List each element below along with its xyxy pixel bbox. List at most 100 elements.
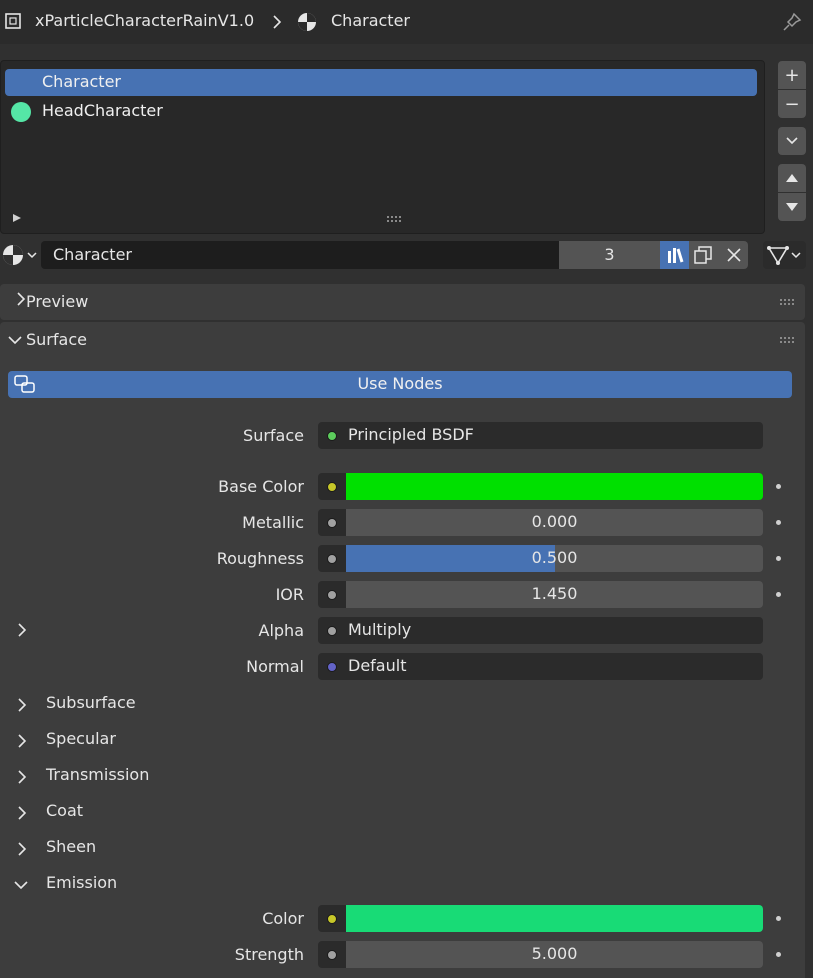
subpanel-label: Emission — [46, 873, 118, 892]
preview-panel-header[interactable]: Preview — [0, 284, 805, 320]
metallic-slider[interactable]: 0.000 — [346, 509, 763, 536]
drag-grip-icon[interactable] — [779, 298, 795, 306]
chevron-right-icon — [270, 14, 284, 30]
roughness-socket[interactable] — [318, 545, 346, 572]
base-color-swatch[interactable] — [346, 473, 763, 500]
normal-link-field[interactable]: Default — [318, 653, 763, 680]
expand-triangle-icon[interactable] — [12, 213, 22, 223]
subpanel-specular[interactable]: Specular — [0, 726, 300, 756]
subpanel-sheen[interactable]: Sheen — [0, 834, 300, 864]
properties-header: xParticleCharacterRainV1.0 Character — [0, 0, 813, 44]
keyframe-dot-icon[interactable] — [776, 952, 781, 957]
duplicate-material-button[interactable] — [689, 241, 718, 269]
emission-strength-socket[interactable] — [318, 941, 346, 968]
move-slot-down-button[interactable] — [778, 193, 806, 221]
object-name[interactable]: xParticleCharacterRainV1.0 — [35, 11, 254, 30]
subpanel-label: Specular — [46, 729, 116, 748]
surface-panel-title: Surface — [26, 330, 87, 349]
keyframe-dot-icon[interactable] — [776, 556, 781, 561]
material-name-field[interactable]: Character — [41, 241, 559, 269]
use-nodes-button[interactable]: Use Nodes — [8, 371, 792, 398]
add-slot-button[interactable]: + — [778, 61, 806, 89]
alpha-value: Multiply — [348, 620, 412, 639]
move-slot-up-button[interactable] — [778, 164, 806, 192]
material-breadcrumb[interactable]: Character — [331, 11, 410, 30]
slot-item-label: Character — [42, 72, 121, 91]
triangle-down-icon — [786, 203, 798, 211]
normal-label: Normal — [246, 657, 304, 676]
material-preview-icon — [11, 102, 31, 122]
base-color-socket[interactable] — [318, 473, 346, 500]
subpanel-emission[interactable]: Emission — [0, 870, 300, 900]
normal-value: Default — [348, 656, 407, 675]
slot-specials-button[interactable] — [778, 127, 806, 155]
subpanel-label: Transmission — [46, 765, 150, 784]
float-socket-icon — [327, 626, 337, 636]
slot-item-character[interactable]: Character — [5, 69, 757, 96]
node-tree-icon — [14, 375, 35, 393]
base-color-label: Base Color — [218, 477, 304, 496]
emission-color-socket[interactable] — [318, 905, 346, 932]
slot-item-headcharacter[interactable]: HeadCharacter — [5, 98, 757, 125]
chevron-right-icon — [18, 806, 27, 820]
float-socket-icon — [327, 950, 337, 960]
emission-strength-value: 5.000 — [531, 944, 578, 963]
shader-socket-icon — [327, 431, 337, 441]
roughness-value: 0.500 — [531, 548, 578, 567]
chevron-right-icon — [18, 698, 27, 712]
chevron-down-icon — [14, 881, 28, 890]
pin-icon[interactable] — [781, 11, 803, 33]
metallic-label: Metallic — [242, 513, 304, 532]
roughness-label: Roughness — [216, 549, 304, 568]
float-socket-icon — [327, 554, 337, 564]
browse-material-button[interactable] — [0, 243, 40, 267]
user-count-button[interactable]: 3 — [559, 241, 660, 269]
use-nodes-label: Use Nodes — [357, 374, 443, 393]
roughness-slider[interactable]: 0.500 — [346, 545, 763, 572]
keyframe-dot-icon[interactable] — [776, 484, 781, 489]
subpanel-subsurface[interactable]: Subsurface — [0, 690, 300, 720]
keyframe-dot-icon[interactable] — [776, 916, 781, 921]
fake-user-button[interactable] — [660, 241, 689, 269]
alpha-label: Alpha — [258, 621, 305, 640]
vector-socket-icon — [327, 662, 337, 672]
emission-color-swatch[interactable] — [346, 905, 763, 932]
surface-panel-header[interactable]: Surface — [0, 322, 805, 358]
surface-shader-value: Principled BSDF — [348, 425, 474, 444]
chevron-down-icon — [8, 336, 22, 345]
chevron-down-icon — [786, 137, 798, 145]
emission-strength-field[interactable]: 5.000 — [346, 941, 763, 968]
subpanel-transmission[interactable]: Transmission — [0, 762, 300, 792]
subpanel-label: Coat — [46, 801, 84, 820]
material-name-text: Character — [53, 245, 132, 264]
ior-socket[interactable] — [318, 581, 346, 608]
chevron-right-icon — [18, 734, 27, 748]
ior-label: IOR — [275, 585, 304, 604]
alpha-link-field[interactable]: Multiply — [318, 617, 763, 644]
remove-slot-button[interactable]: − — [778, 90, 806, 118]
material-icon — [296, 11, 318, 33]
material-icon — [3, 245, 37, 265]
metallic-value: 0.000 — [531, 512, 578, 531]
emission-strength-label: Strength — [234, 945, 304, 964]
ior-field[interactable]: 1.450 — [346, 581, 763, 608]
keyframe-dot-icon[interactable] — [776, 592, 781, 597]
slot-item-label: HeadCharacter — [42, 101, 163, 120]
close-icon — [727, 248, 741, 262]
unlink-material-button[interactable] — [718, 241, 748, 269]
subpanel-coat[interactable]: Coat — [0, 798, 300, 828]
node-link-icon — [767, 246, 801, 265]
surface-shader-field[interactable]: Principled BSDF — [318, 422, 763, 449]
resize-grip-icon[interactable] — [386, 215, 402, 223]
color-socket-icon — [327, 482, 337, 492]
chevron-right-icon — [18, 842, 27, 856]
preview-panel-title: Preview — [26, 292, 89, 311]
subpanel-label: Subsurface — [46, 693, 136, 712]
surface-label: Surface — [243, 426, 304, 445]
node-link-button[interactable] — [763, 241, 806, 269]
keyframe-dot-icon[interactable] — [776, 520, 781, 525]
color-socket-icon — [327, 914, 337, 924]
drag-grip-icon[interactable] — [779, 336, 795, 344]
metallic-socket[interactable] — [318, 509, 346, 536]
fake-user-icon — [668, 248, 684, 263]
